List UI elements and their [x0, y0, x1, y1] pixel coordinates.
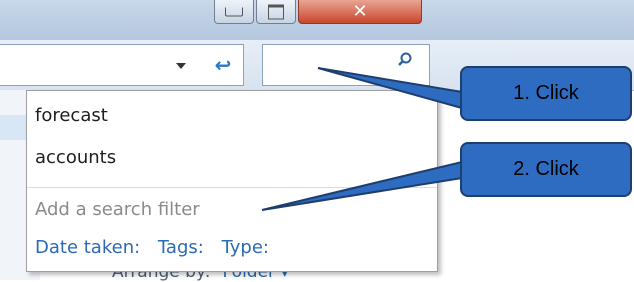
callout-step-1: 1. Click — [460, 66, 632, 121]
suggestion-accounts[interactable]: accounts — [35, 147, 116, 168]
filter-tags[interactable]: Tags: — [158, 237, 204, 258]
search-icon[interactable] — [398, 52, 412, 66]
minimize-icon — [225, 7, 243, 16]
filter-date-taken[interactable]: Date taken: — [35, 237, 140, 258]
search-suggestions-dropdown: forecast accounts Add a search filter Da… — [26, 90, 438, 272]
maximize-button[interactable] — [256, 0, 296, 24]
search-filter-links: Date taken: Tags: Type: — [35, 237, 281, 258]
suggestion-forecast[interactable]: forecast — [35, 105, 108, 126]
close-icon: ✕ — [352, 0, 368, 22]
filter-type[interactable]: Type: — [222, 237, 269, 258]
add-search-filter-hint: Add a search filter — [35, 199, 200, 220]
maximize-icon — [268, 4, 284, 19]
address-dropdown-icon[interactable] — [176, 63, 186, 69]
close-button[interactable]: ✕ — [298, 0, 422, 24]
callout-step-2: 2. Click — [460, 142, 632, 197]
refresh-icon[interactable]: ↩ — [206, 50, 240, 80]
dropdown-divider — [27, 187, 437, 188]
minimize-button[interactable] — [214, 0, 254, 24]
